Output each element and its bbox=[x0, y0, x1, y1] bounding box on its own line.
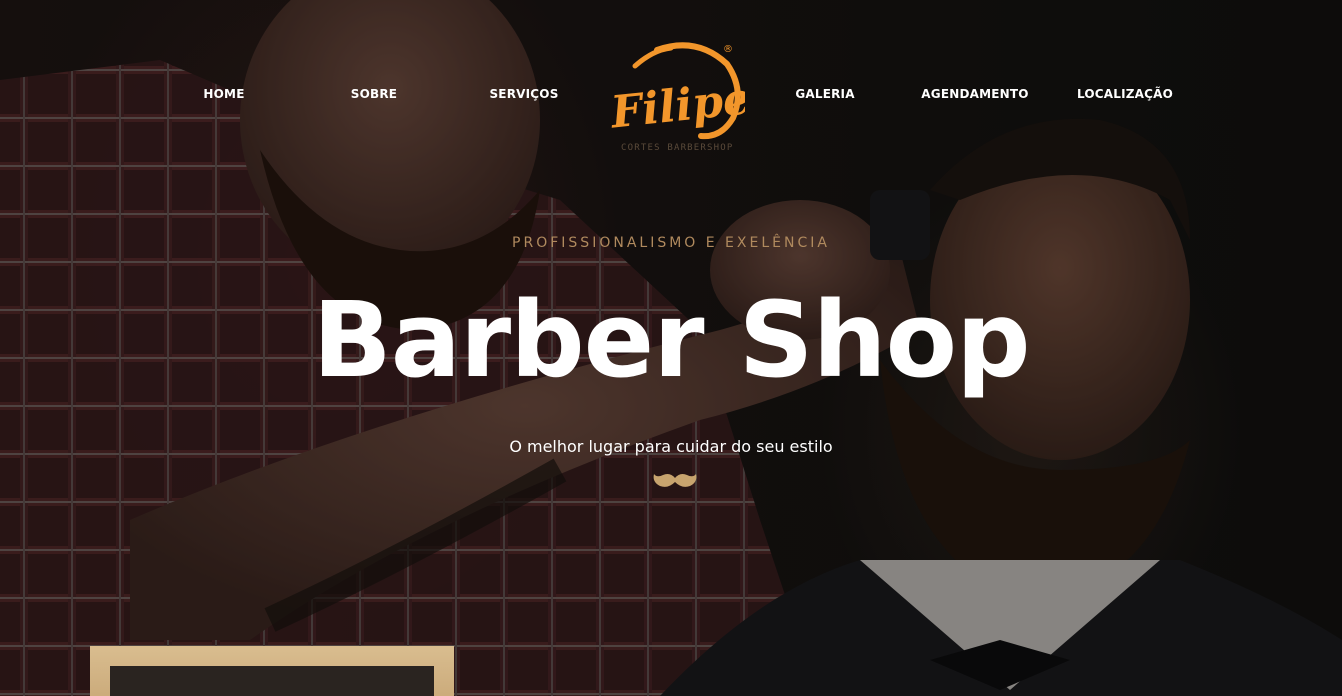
about-image-frame bbox=[90, 646, 454, 696]
hero-section: HOME SOBRE SERVIÇOS Filipe ® CORTES BARB… bbox=[0, 0, 1342, 696]
hero-content: PROFISSIONALISMO E EXELÊNCIA Barber Shop… bbox=[0, 0, 1342, 696]
about-image bbox=[110, 666, 434, 696]
hero-title: Barber Shop bbox=[312, 279, 1030, 401]
mustache-icon bbox=[653, 474, 697, 487]
hero-tagline: PROFISSIONALISMO E EXELÊNCIA bbox=[512, 235, 830, 251]
hero-subtitle: O melhor lugar para cuidar do seu estilo bbox=[509, 437, 833, 456]
